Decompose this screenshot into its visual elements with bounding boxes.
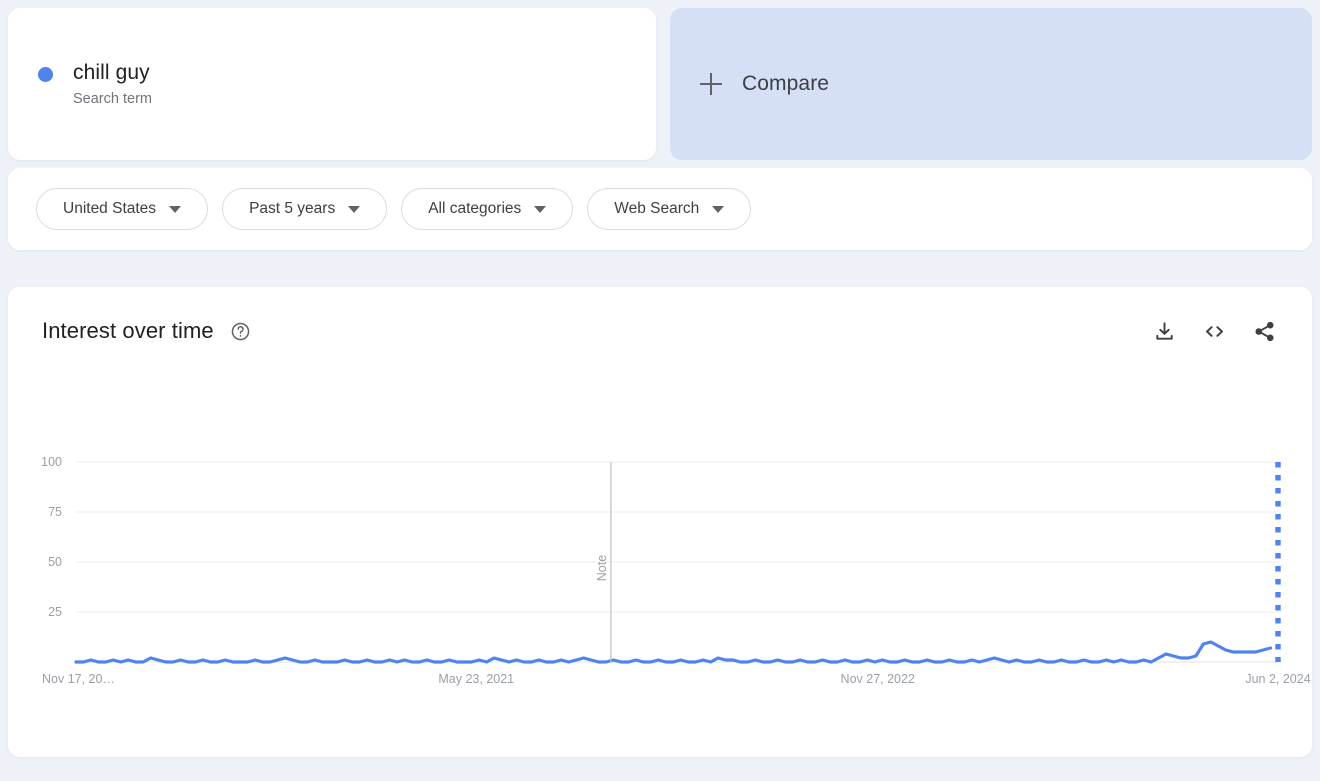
- search-term-label: chill guy: [73, 61, 150, 84]
- filter-category-label: All categories: [428, 200, 522, 217]
- series-color-dot: [38, 67, 53, 82]
- help-circle-icon[interactable]: [230, 321, 251, 342]
- chart-title-wrap: Interest over time: [42, 318, 251, 344]
- chart-plot-area[interactable]: 25 50 75 100 Nov 17, 20… May 23, 2021 Nov 27, …: [8, 357, 1312, 757]
- chevron-down-icon: [534, 205, 547, 213]
- compare-label: Compare: [742, 72, 830, 95]
- chevron-down-icon: [712, 205, 725, 213]
- note-annotation-label: Note: [595, 555, 609, 581]
- filter-time-range-label: Past 5 years: [249, 200, 336, 217]
- y-axis-tick-label: 75: [48, 505, 62, 519]
- interest-over-time-chart[interactable]: 25 50 75 100 Nov 17, 20… May 23, 2021 Nov 27, …: [8, 357, 1312, 757]
- filter-search-type[interactable]: Web Search: [587, 188, 752, 230]
- chart-actions: [1153, 320, 1276, 343]
- y-axis-tick-label: 50: [48, 555, 62, 569]
- series-line: [74, 640, 1273, 664]
- y-axis-tick-label: 25: [48, 605, 62, 619]
- search-term-card[interactable]: chill guy Search term: [8, 8, 656, 160]
- interest-over-time-card: Interest over time 25 50 75 100 Nov 17, …: [8, 287, 1312, 757]
- filter-category[interactable]: All categories: [401, 188, 574, 230]
- filter-location[interactable]: United States: [36, 188, 209, 230]
- chevron-down-icon: [169, 205, 182, 213]
- plus-icon: [700, 73, 722, 95]
- x-axis-tick-label: Jun 2, 2024: [1245, 672, 1310, 686]
- download-icon[interactable]: [1153, 320, 1176, 343]
- chart-header: Interest over time: [8, 287, 1312, 344]
- filter-location-label: United States: [63, 200, 157, 217]
- search-term-text: chill guy Search term: [73, 60, 152, 108]
- search-term-type: Search term: [73, 91, 152, 107]
- x-axis-tick-label: May 23, 2021: [438, 672, 514, 686]
- trends-page: chill guy Search term Compare United Sta…: [0, 0, 1320, 781]
- compare-button[interactable]: Compare: [670, 8, 1312, 160]
- search-term-inner: chill guy Search term: [38, 60, 152, 108]
- chevron-down-icon: [348, 205, 361, 213]
- filter-time-range[interactable]: Past 5 years: [222, 188, 388, 230]
- share-icon[interactable]: [1253, 320, 1276, 343]
- embed-code-icon[interactable]: [1203, 320, 1226, 343]
- filter-bar: United States Past 5 years All categorie…: [8, 168, 1312, 250]
- compare-inner: Compare: [700, 72, 829, 96]
- filter-search-type-label: Web Search: [614, 200, 700, 217]
- terms-row: chill guy Search term Compare: [0, 0, 1320, 160]
- y-axis-tick-label: 100: [41, 455, 62, 469]
- x-axis-tick-label: Nov 17, 20…: [42, 672, 115, 686]
- page-title: Interest over time: [42, 318, 214, 343]
- x-axis-tick-label: Nov 27, 2022: [841, 672, 915, 686]
